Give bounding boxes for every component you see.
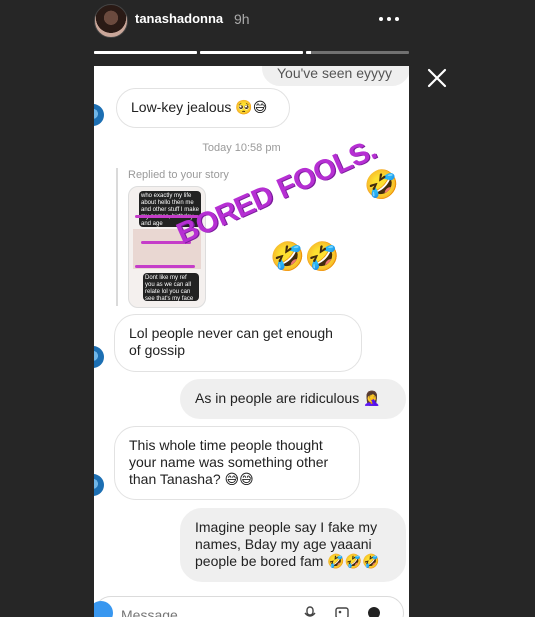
laughing-emoji-sticker: 🤣🤣	[270, 241, 340, 272]
scribble-mark	[135, 265, 195, 268]
story-progress-bar	[94, 51, 409, 54]
more-options-button[interactable]	[374, 4, 404, 34]
progress-segment	[94, 51, 197, 54]
message-input[interactable]	[119, 605, 283, 617]
profile-avatar[interactable]	[94, 4, 128, 38]
progress-fill	[94, 51, 197, 54]
laughing-emoji-sticker: 🤣	[364, 169, 399, 200]
sender-avatar	[94, 474, 104, 496]
dot-icon	[387, 17, 391, 21]
username[interactable]: tanashadonna	[135, 11, 223, 26]
message-text: As in people are ridiculous 🤦‍♀️	[195, 390, 381, 406]
story-header: tanashadonna 9h	[94, 0, 410, 50]
replied-to-story-label: Replied to your story	[128, 169, 229, 181]
message-bubble-sent: As in people are ridiculous 🤦‍♀️	[180, 379, 406, 419]
progress-segment	[306, 51, 409, 54]
camera-icon[interactable]	[94, 601, 113, 617]
message-text: This whole time people thought your name…	[129, 437, 329, 487]
message-text: You've seen eyyyy	[277, 66, 393, 81]
sticker-icon[interactable]	[367, 606, 381, 617]
message-bubble-received: Lol people never can get enough of gossi…	[114, 314, 362, 372]
thumbnail-caption-bottom: Dont like my ref you as we can all relat…	[143, 273, 199, 302]
dot-icon	[395, 17, 399, 21]
story-viewer: tanashadonna 9h You've seen eyyyy Low-ke…	[0, 0, 535, 617]
sender-avatar	[94, 346, 104, 368]
gallery-icon[interactable]	[335, 606, 349, 617]
sender-avatar	[94, 104, 104, 126]
progress-fill	[306, 51, 312, 54]
dot-icon	[379, 17, 383, 21]
progress-fill	[200, 51, 303, 54]
microphone-icon[interactable]	[303, 606, 317, 617]
progress-segment	[200, 51, 303, 54]
message-bubble-sent: Imagine people say I fake my names, Bday…	[180, 508, 406, 582]
message-composer	[94, 596, 404, 617]
close-icon	[427, 68, 447, 88]
message-text: Lol people never can get enough of gossi…	[129, 325, 333, 358]
story-content[interactable]: You've seen eyyyy Low-key jealous 🥺😅 Tod…	[94, 66, 409, 617]
story-time-ago: 9h	[234, 11, 250, 27]
message-bubble-received: This whole time people thought your name…	[114, 426, 360, 500]
message-bubble-received: Low-key jealous 🥺😅	[116, 88, 290, 128]
message-text: Imagine people say I fake my names, Bday…	[195, 519, 380, 569]
message-bubble-sent: You've seen eyyyy	[262, 66, 409, 86]
close-button[interactable]	[425, 66, 449, 90]
reply-indicator	[116, 168, 118, 306]
message-text: Low-key jealous 🥺😅	[131, 99, 268, 115]
